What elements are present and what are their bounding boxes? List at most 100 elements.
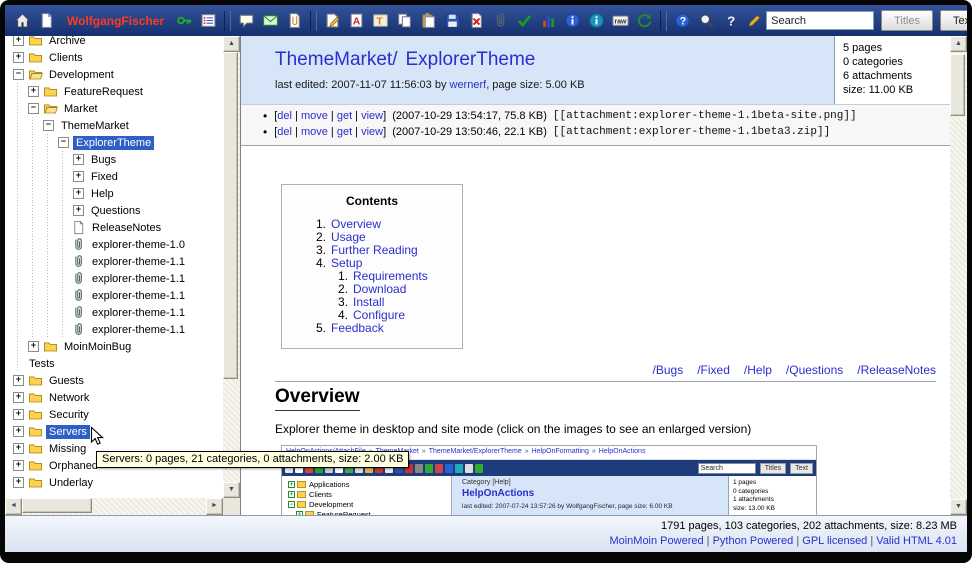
toc-link-usage[interactable]: Usage xyxy=(331,230,366,244)
tree-item-tests[interactable]: Tests xyxy=(11,355,223,372)
scrollbar-thumb[interactable] xyxy=(950,54,965,116)
collapse-icon[interactable]: − xyxy=(13,69,24,80)
username-link[interactable]: WolfgangFischer xyxy=(59,9,172,32)
tree-item-explorertheme[interactable]: −ExplorerTheme xyxy=(11,134,223,151)
scrollbar-track[interactable] xyxy=(950,52,967,499)
tree-item-label[interactable]: Clients xyxy=(46,51,86,65)
tree-item-label[interactable]: Tests xyxy=(26,357,58,371)
subpage-link-releasenotes[interactable]: /ReleaseNotes xyxy=(857,363,936,377)
paste-icon[interactable] xyxy=(417,9,440,32)
tree-item-explorer-theme-1-1[interactable]: explorer-theme-1.1 xyxy=(11,270,223,287)
scrollbar-track[interactable] xyxy=(22,498,206,515)
tree-item-label[interactable]: Security xyxy=(46,408,92,422)
tree-item-label[interactable]: Archive xyxy=(46,36,89,48)
tree-item-fixed[interactable]: +Fixed xyxy=(11,168,223,185)
tree-item-bugs[interactable]: + Bugs xyxy=(11,151,223,168)
content-vertical-scrollbar[interactable]: ▲ ▼ xyxy=(950,36,967,515)
tree-item-label[interactable]: ExplorerTheme xyxy=(73,136,154,150)
search-input[interactable] xyxy=(766,11,874,30)
new-page-icon[interactable] xyxy=(35,9,58,32)
tree-item-label[interactable]: Underlay xyxy=(46,476,96,490)
subpage-link-help[interactable]: /Help xyxy=(744,363,772,377)
tree-item-label[interactable]: explorer-theme-1.1 xyxy=(89,306,188,320)
attachment-file-link[interactable]: [[attachment:explorer-theme-1.1beta-site… xyxy=(553,110,857,122)
expand-icon[interactable]: + xyxy=(13,52,24,63)
expand-icon[interactable]: + xyxy=(13,409,24,420)
expand-icon[interactable]: + xyxy=(13,477,24,488)
tree-item-guests[interactable]: + Guests xyxy=(11,372,223,389)
scroll-up-button[interactable]: ▲ xyxy=(950,36,967,52)
scroll-right-button[interactable]: ► xyxy=(206,498,223,515)
tree-item-explorer-theme-1-1[interactable]: explorer-theme-1.1 xyxy=(11,253,223,270)
tree-item-archive[interactable]: + Archive xyxy=(11,36,223,49)
expand-icon[interactable]: + xyxy=(73,171,84,182)
toc-link-download[interactable]: Download xyxy=(353,282,406,296)
text-button[interactable]: Text xyxy=(940,10,967,31)
expand-icon[interactable]: + xyxy=(13,460,24,471)
scroll-left-button[interactable]: ◄ xyxy=(5,498,22,515)
toc-link-further-reading[interactable]: Further Reading xyxy=(331,243,418,257)
search-icon[interactable] xyxy=(695,9,718,32)
tree-item-explorer-theme-1-1[interactable]: explorer-theme-1.1 xyxy=(11,304,223,321)
expand-icon[interactable]: + xyxy=(13,375,24,386)
subpage-link-fixed[interactable]: /Fixed xyxy=(697,363,730,377)
edit-text-icon[interactable]: A xyxy=(345,9,368,32)
copy-icon[interactable] xyxy=(393,9,416,32)
tree-item-market[interactable]: − Market xyxy=(11,100,223,117)
tree-item-moinmoinbug[interactable]: +MoinMoinBug xyxy=(11,338,223,355)
expand-icon[interactable]: + xyxy=(73,154,84,165)
attachment-action-view[interactable]: view xyxy=(361,126,383,138)
expand-icon[interactable]: + xyxy=(13,36,24,46)
toc-link-feedback[interactable]: Feedback xyxy=(331,321,384,335)
collapse-icon[interactable]: − xyxy=(28,103,39,114)
tree-item-explorer-theme-1-1[interactable]: explorer-theme-1.1 xyxy=(11,287,223,304)
tree-item-label[interactable]: Market xyxy=(61,102,101,116)
attachment-action-get[interactable]: get xyxy=(337,110,352,122)
tree-item-label[interactable]: Bugs xyxy=(88,153,119,167)
tree-item-development[interactable]: −Development xyxy=(11,66,223,83)
tree-item-featurerequest[interactable]: + FeatureRequest xyxy=(11,83,223,100)
scroll-down-button[interactable]: ▼ xyxy=(950,499,967,515)
tree-item-label[interactable]: explorer-theme-1.1 xyxy=(89,289,188,303)
refresh-icon[interactable] xyxy=(633,9,656,32)
tree-item-label[interactable]: FeatureRequest xyxy=(61,85,146,99)
tree-item-label[interactable]: MoinMoinBug xyxy=(61,340,134,354)
attachment-action-del[interactable]: del xyxy=(277,110,292,122)
save-icon[interactable] xyxy=(441,9,464,32)
tree-item-label[interactable]: ThemeMarket xyxy=(58,119,132,133)
expand-icon[interactable]: + xyxy=(73,205,84,216)
spellcheck-icon[interactable] xyxy=(513,9,536,32)
statistics-icon[interactable] xyxy=(537,9,560,32)
question-icon[interactable]: ? xyxy=(719,9,742,32)
expand-icon[interactable]: + xyxy=(28,86,39,97)
editor-link[interactable]: wernerf xyxy=(450,79,487,91)
help-icon[interactable]: ? xyxy=(671,9,694,32)
tree-item-security[interactable]: + Security xyxy=(11,406,223,423)
tree-item-explorer-theme-1-0[interactable]: explorer-theme-1.0 xyxy=(11,236,223,253)
mail-icon[interactable] xyxy=(259,9,282,32)
expand-icon[interactable]: + xyxy=(73,188,84,199)
tree-item-label[interactable]: Questions xyxy=(88,204,144,218)
twiki-icon[interactable]: T xyxy=(369,9,392,32)
tree-horizontal-scrollbar[interactable]: ◄ ► xyxy=(5,498,223,515)
tree-item-clients[interactable]: + Clients xyxy=(11,49,223,66)
tree-item-network[interactable]: +Network xyxy=(11,389,223,406)
attachment-action-move[interactable]: move xyxy=(301,110,328,122)
subpage-link-questions[interactable]: /Questions xyxy=(786,363,843,377)
expand-icon[interactable]: + xyxy=(13,443,24,454)
tree-item-servers[interactable]: +Servers xyxy=(11,423,223,440)
tree-item-label[interactable]: explorer-theme-1.1 xyxy=(89,323,188,337)
toc-link-setup[interactable]: Setup xyxy=(331,256,362,270)
tree-item-label[interactable]: explorer-theme-1.1 xyxy=(89,255,188,269)
tree-item-label[interactable]: Missing xyxy=(46,442,89,456)
raw-text-icon[interactable]: raw xyxy=(609,9,632,32)
tree-item-label[interactable]: Guests xyxy=(46,374,87,388)
tree-item-help[interactable]: +Help xyxy=(11,185,223,202)
page-title[interactable]: ExplorerTheme xyxy=(405,49,535,70)
edit-page-icon[interactable] xyxy=(321,9,344,32)
edit-pencil-icon[interactable] xyxy=(743,9,766,32)
attachment-file-link[interactable]: [[attachment:explorer-theme-1.1beta3.zip… xyxy=(553,126,830,138)
info-icon[interactable] xyxy=(561,9,584,32)
tree-item-explorer-theme-1-1[interactable]: explorer-theme-1.1 xyxy=(11,321,223,338)
expand-icon[interactable]: + xyxy=(13,392,24,403)
